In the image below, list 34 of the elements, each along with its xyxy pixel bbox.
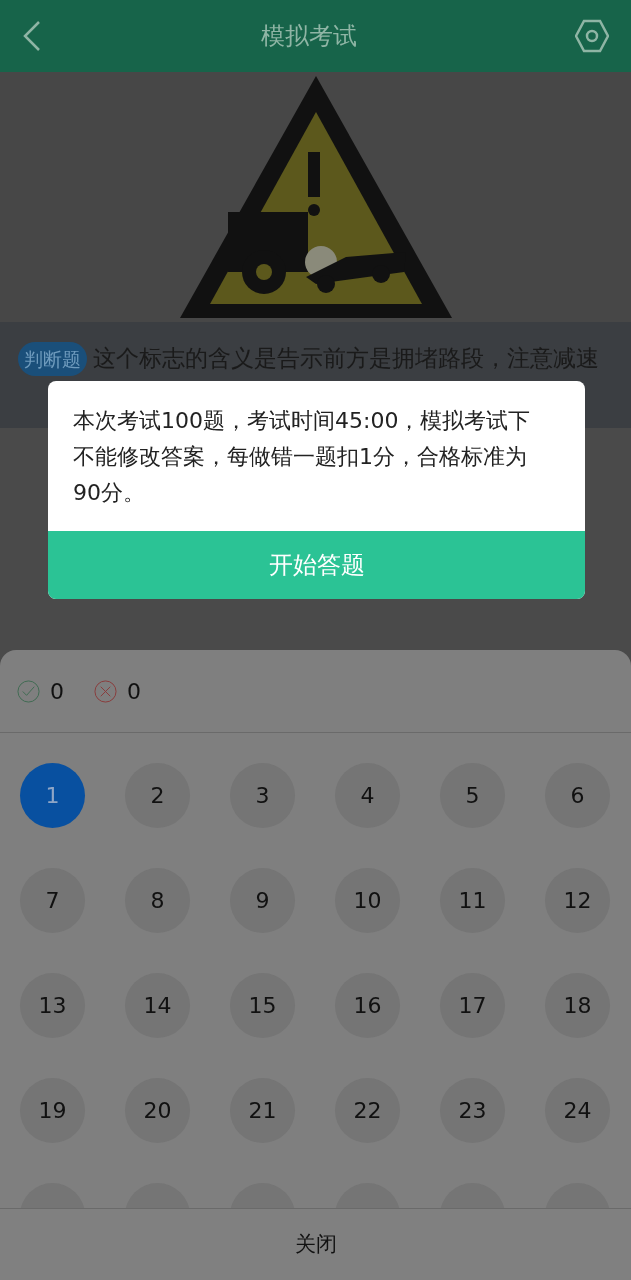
question-number[interactable]: 11 — [440, 868, 505, 933]
question-number[interactable]: 7 — [20, 868, 85, 933]
question-number[interactable]: 21 — [230, 1078, 295, 1143]
question-number[interactable]: 8 — [125, 868, 190, 933]
wrong-count: 0 — [127, 677, 141, 706]
question-number[interactable]: 3 — [230, 763, 295, 828]
correct-count: 0 — [50, 677, 64, 706]
question-number[interactable]: 20 — [125, 1078, 190, 1143]
question-number[interactable]: 22 — [335, 1078, 400, 1143]
dialog-message: 本次考试100题，考试时间45:00，模拟考试下不能修改答案，每做错一题扣1分，合格标准为90分。 — [72, 407, 532, 507]
question-number[interactable]: 24 — [545, 1078, 610, 1143]
check-circle-icon — [17, 679, 40, 703]
cross-circle-icon — [94, 679, 117, 703]
question-number[interactable]: 6 — [545, 763, 610, 828]
question-number[interactable]: 4 — [335, 763, 400, 828]
question-number[interactable]: 9 — [230, 868, 295, 933]
question-number[interactable]: 16 — [335, 973, 400, 1038]
question-number[interactable]: 13 — [20, 973, 85, 1038]
question-number[interactable]: 2 — [125, 763, 190, 828]
page-title: 模拟考试 — [260, 21, 357, 52]
question-number[interactable]: 14 — [125, 973, 190, 1038]
start-answering-button[interactable]: 开始答题 — [48, 531, 585, 599]
question-number[interactable]: 19 — [20, 1078, 85, 1143]
question-number[interactable]: 23 — [440, 1078, 505, 1143]
question-number[interactable]: 10 — [335, 868, 400, 933]
question-number[interactable]: 17 — [440, 973, 505, 1038]
question-number[interactable]: 12 — [545, 868, 610, 933]
settings-icon[interactable] — [575, 19, 609, 53]
question-type-badge: 判断题 — [18, 342, 87, 376]
question-number[interactable]: 15 — [230, 973, 295, 1038]
question-number[interactable]: 1 — [20, 763, 85, 828]
question-number[interactable]: 5 — [440, 763, 505, 828]
back-icon[interactable] — [22, 20, 42, 52]
question-number[interactable]: 18 — [545, 973, 610, 1038]
